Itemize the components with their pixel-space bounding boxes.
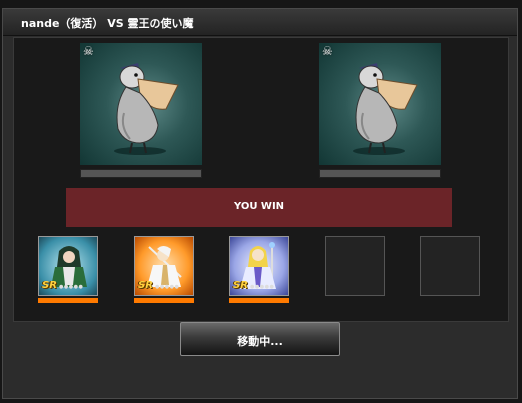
result-text: YOU WIN <box>233 201 285 212</box>
moving-status-button[interactable]: 移動中... <box>180 322 340 356</box>
moving-status-label: 移動中... <box>237 335 283 348</box>
battle-title: nande（復活） VS 霊王の使い魔 <box>21 17 194 30</box>
card-exp-bar <box>229 298 289 303</box>
pelican-sprite <box>353 63 418 155</box>
empty-card-slot <box>420 236 480 296</box>
star-rating: ●●●●● <box>59 284 84 290</box>
rarity-badge: SR <box>42 280 57 291</box>
card-slot[interactable]: SR ●●●●● <box>134 236 194 296</box>
monster-image: ☠ <box>319 43 441 165</box>
star-rating: ●●●●● <box>250 284 275 290</box>
star-rating: ●●●●● <box>155 284 180 290</box>
pelican-sprite <box>114 63 179 155</box>
rarity-badge: SR <box>233 280 248 291</box>
card-slot[interactable]: SR ●●●●● <box>229 236 289 296</box>
rarity-badge: SR <box>138 280 153 291</box>
title-bar: nande（復活） VS 霊王の使い魔 <box>3 9 517 36</box>
monster-image: ☠ <box>80 43 202 165</box>
result-banner: YOU WIN <box>66 188 452 227</box>
monster-hp-bar <box>80 169 202 178</box>
skull-icon: ☠ <box>83 44 94 58</box>
skull-icon: ☠ <box>322 44 333 58</box>
empty-card-slot <box>325 236 385 296</box>
monster-hp-bar <box>319 169 441 178</box>
card-exp-bar <box>134 298 194 303</box>
card-exp-bar <box>38 298 98 303</box>
card-slot[interactable]: SR ●●●●● <box>38 236 98 296</box>
